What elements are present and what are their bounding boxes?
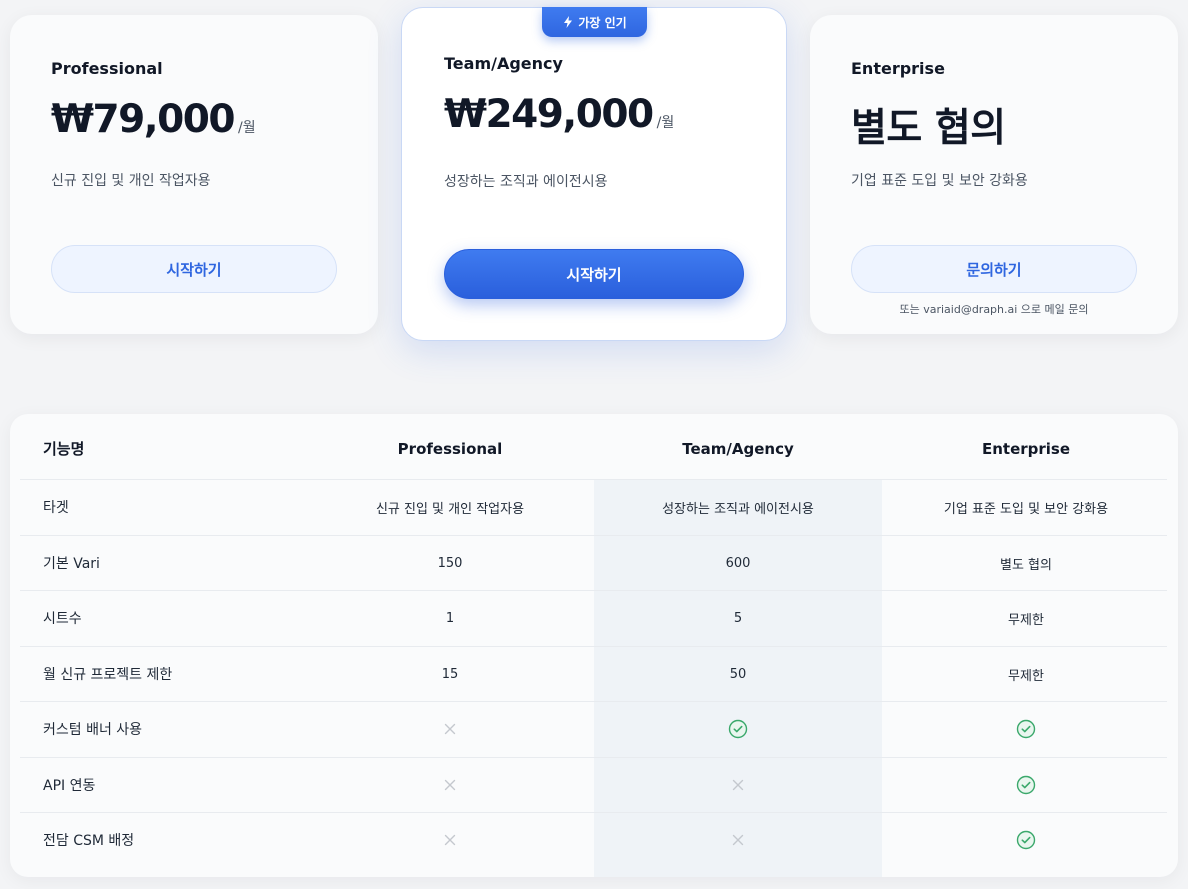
plan-card-team: 가장 인기 Team/Agency ₩249,000 /월 성장하는 조직과 에… xyxy=(401,7,787,341)
table-row: 시트수 1 5 무제한 xyxy=(20,590,1167,645)
plan-description: 기업 표준 도입 및 보안 강화용 xyxy=(851,173,1028,189)
table-cell: 600 xyxy=(725,555,751,571)
table-cell: 50 xyxy=(729,666,747,682)
plan-description: 신규 진입 및 개인 작업자용 xyxy=(51,173,211,189)
badge-label: 가장 인기 xyxy=(578,15,627,30)
plan-name: Professional xyxy=(51,59,163,78)
table-cell: 성장하는 조직과 에이전시용 xyxy=(662,501,814,517)
comparison-table: 기능명 Professional Team/Agency Enterprise … xyxy=(10,414,1178,877)
table-cell: 신규 진입 및 개인 작업자용 xyxy=(375,501,525,517)
plan-name: Team/Agency xyxy=(444,54,563,73)
check-icon xyxy=(1016,830,1036,850)
price-row: 별도 협의 xyxy=(851,97,1006,153)
x-icon xyxy=(732,831,744,850)
table-cell xyxy=(882,702,1170,756)
start-button-team[interactable]: 시작하기 xyxy=(444,249,744,299)
plan-price: ₩79,000 xyxy=(51,97,236,142)
table-row: 전담 CSM 배정 xyxy=(20,812,1167,867)
row-label: 커스텀 배너 사용 xyxy=(43,722,143,738)
x-icon xyxy=(444,831,456,850)
header-team: Team/Agency xyxy=(682,439,794,458)
table-cell xyxy=(306,702,594,756)
popular-badge: 가장 인기 xyxy=(542,7,647,37)
table-cell: 1 xyxy=(445,610,455,626)
price-row: ₩249,000 /월 xyxy=(444,92,674,137)
plan-card-professional: Professional ₩79,000 /월 신규 진입 및 개인 작업자용 … xyxy=(10,15,378,334)
table-header: 기능명 Professional Team/Agency Enterprise xyxy=(20,421,1167,476)
plan-name: Enterprise xyxy=(851,59,945,78)
price-period: /월 xyxy=(238,120,256,136)
plan-card-enterprise: Enterprise 별도 협의 기업 표준 도입 및 보안 강화용 문의하기 … xyxy=(810,15,1178,334)
x-icon xyxy=(444,720,456,739)
table-row: 월 신규 프로젝트 제한 15 50 무제한 xyxy=(20,646,1167,701)
table-row: 타겟 신규 진입 및 개인 작업자용 성장하는 조직과 에이전시용 기업 표준 도입 … xyxy=(20,479,1167,534)
row-label: 전담 CSM 배정 xyxy=(43,833,135,849)
row-label: 기본 Vari xyxy=(43,556,100,572)
check-icon xyxy=(1016,719,1036,739)
row-label: 타겟 xyxy=(43,500,69,516)
header-professional: Professional xyxy=(397,439,503,458)
price-row: ₩79,000 /월 xyxy=(51,97,256,142)
table-cell xyxy=(882,758,1170,812)
x-icon xyxy=(732,776,744,795)
row-label: API 연동 xyxy=(43,778,96,794)
header-enterprise: Enterprise xyxy=(981,439,1071,458)
table-cell: 무제한 xyxy=(1008,668,1044,684)
plan-description: 성장하는 조직과 에이전시용 xyxy=(444,174,608,190)
plan-price: ₩249,000 xyxy=(444,92,654,137)
table-cell: 무제한 xyxy=(1008,612,1044,628)
plan-price: 별도 협의 xyxy=(851,106,1006,151)
table-cell: 기업 표준 도입 및 보안 강화용 xyxy=(943,501,1109,517)
table-row: 커스텀 배너 사용 xyxy=(20,701,1167,756)
check-icon xyxy=(728,719,748,739)
table-cell xyxy=(594,758,882,812)
check-icon xyxy=(1016,775,1036,795)
row-label: 시트수 xyxy=(43,611,82,627)
table-cell xyxy=(306,813,594,867)
contact-button[interactable]: 문의하기 xyxy=(851,245,1137,293)
table-row: API 연동 xyxy=(20,757,1167,812)
table-cell: 별도 협의 xyxy=(1000,557,1052,573)
table-cell xyxy=(594,813,882,867)
table-cell xyxy=(306,758,594,812)
start-button-professional[interactable]: 시작하기 xyxy=(51,245,337,293)
header-feature: 기능명 xyxy=(43,440,85,458)
x-icon xyxy=(444,776,456,795)
row-label: 월 신규 프로젝트 제한 xyxy=(43,667,173,683)
table-cell xyxy=(594,702,882,756)
table-cell: 5 xyxy=(733,610,743,626)
table-cell: 150 xyxy=(437,555,463,571)
email-note: 또는 variaid@draph.ai 으로 메일 문의 xyxy=(899,303,1089,316)
table-cell: 15 xyxy=(441,666,459,682)
lightning-icon xyxy=(564,16,573,28)
table-cell xyxy=(882,813,1170,867)
price-period: /월 xyxy=(656,115,675,131)
table-row: 기본 Vari 150 600 별도 협의 xyxy=(20,535,1167,590)
